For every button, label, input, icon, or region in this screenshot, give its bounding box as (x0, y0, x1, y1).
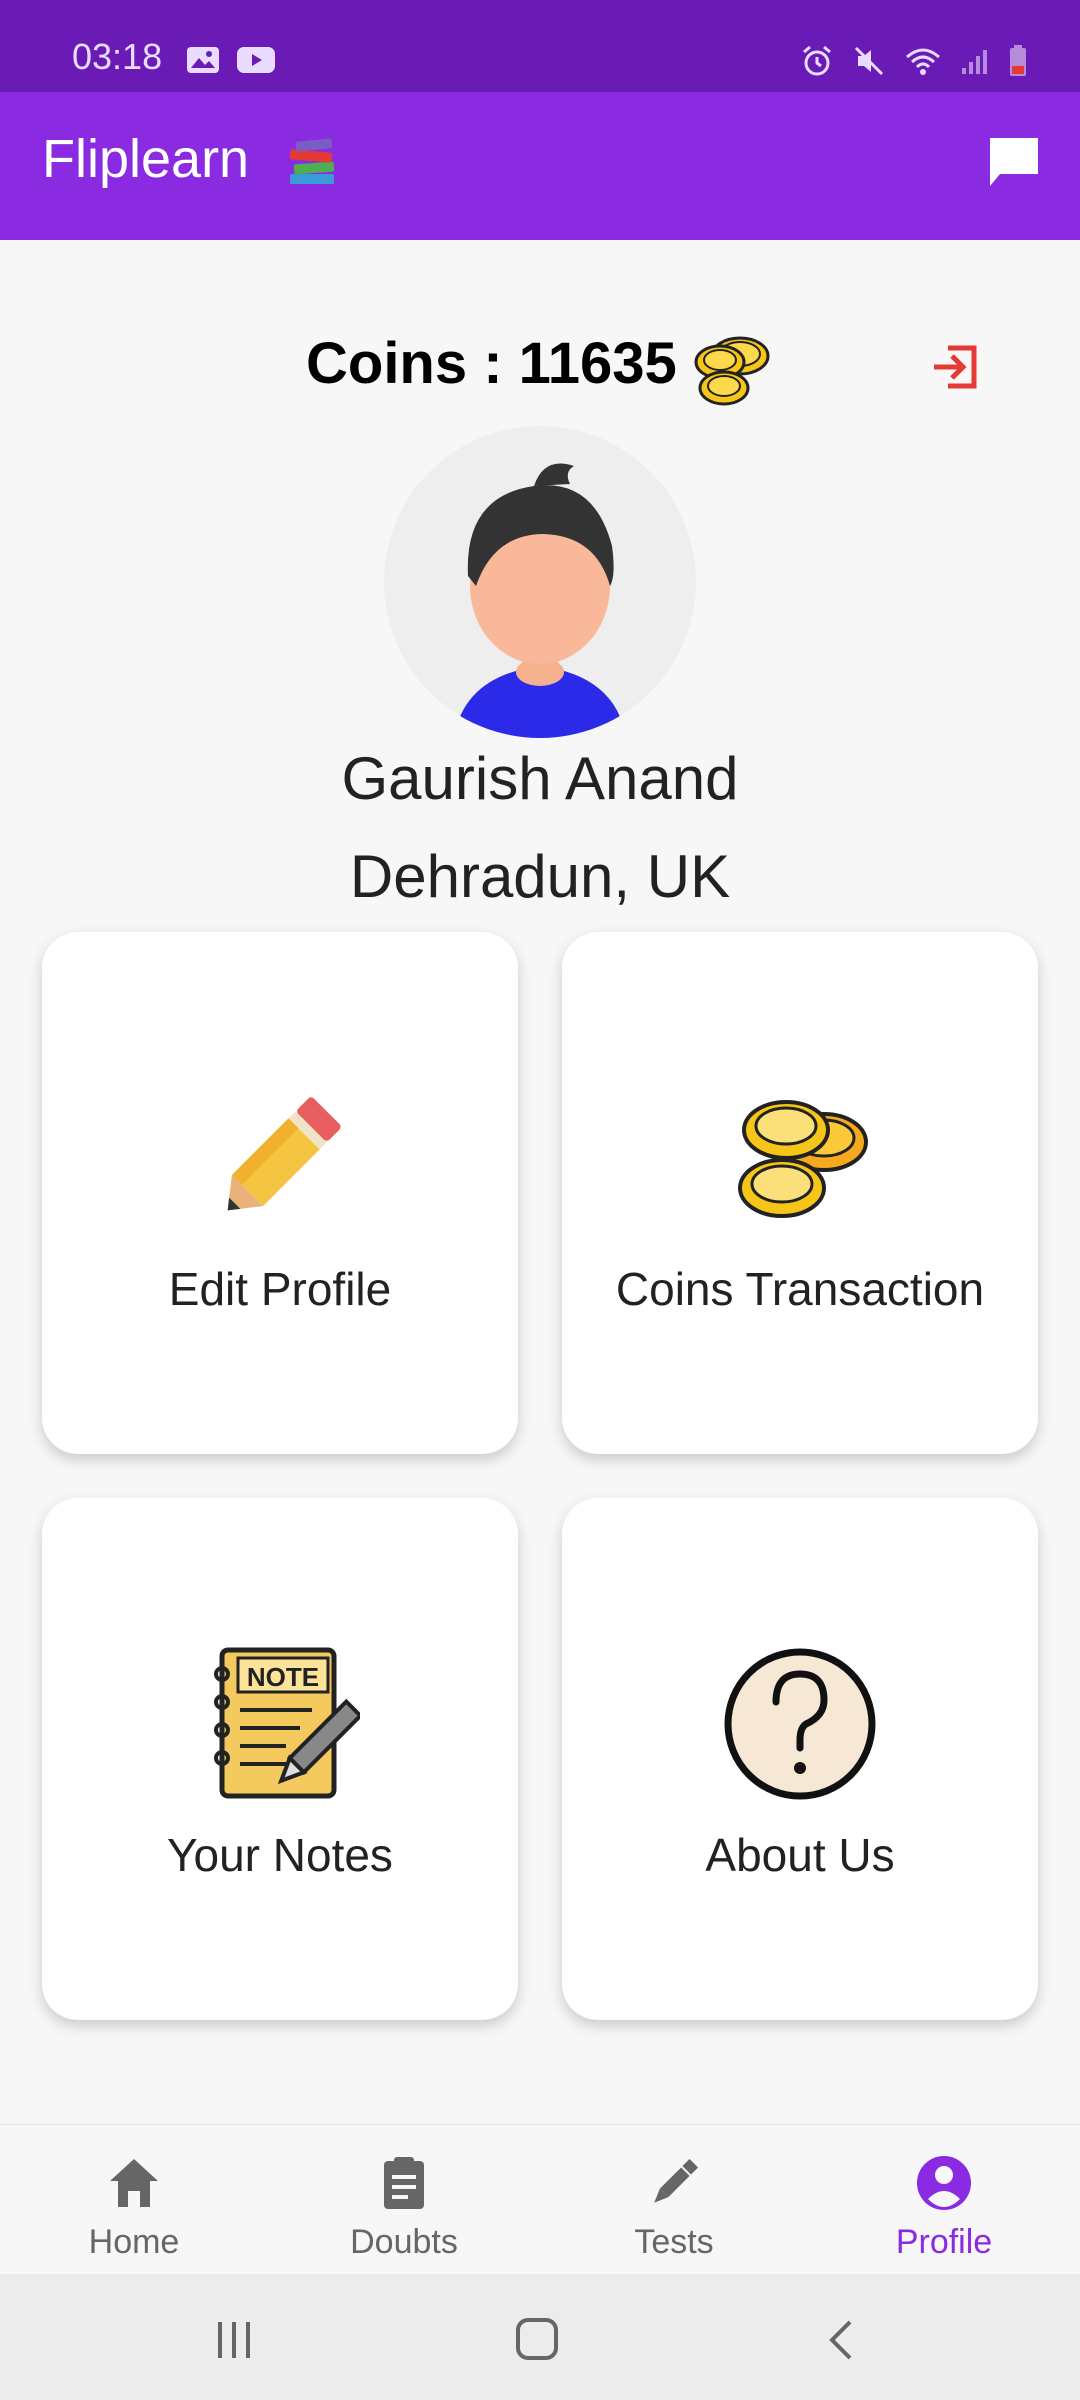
coins-transaction-label: Coins Transaction (615, 1263, 985, 1315)
mute-icon (854, 46, 884, 76)
nav-tests-label: Tests (634, 2223, 714, 2261)
nav-profile-label: Profile (895, 2223, 993, 2261)
youtube-icon (237, 47, 275, 73)
user-name: Gaurish Anand (341, 745, 739, 812)
coins-transaction-card[interactable]: Coins Transaction (562, 932, 1038, 1454)
nav-doubts-label: Doubts (350, 2223, 458, 2261)
pencil-icon (227, 1097, 341, 1211)
edit-profile-label: Edit Profile (168, 1263, 392, 1315)
status-time: 03:18 (72, 36, 163, 77)
status-system-icons (800, 44, 1028, 78)
logout-icon[interactable] (928, 342, 982, 392)
coins-row: Coins : 11635 (0, 330, 1080, 410)
question-icon (724, 1648, 876, 1800)
coins-balance: Coins : 11635 (306, 331, 677, 396)
svg-text:NOTE: NOTE (247, 1662, 319, 1692)
nav-tests[interactable]: Tests (574, 2153, 774, 2262)
nav-home[interactable]: Home (34, 2153, 234, 2262)
wifi-icon (906, 48, 940, 75)
about-us-card[interactable]: About Us (562, 1498, 1038, 2020)
signal-icon (962, 50, 987, 74)
pen-icon (654, 2158, 699, 2203)
books-icon (289, 138, 335, 184)
coins-icon (738, 1100, 868, 1218)
chat-icon[interactable] (984, 132, 1044, 192)
your-notes-label: Your Notes (167, 1829, 393, 1881)
avatar-illustration (454, 463, 626, 738)
app-title: Fliplearn (42, 129, 250, 189)
recent-apps-icon[interactable] (212, 2318, 256, 2362)
account-icon (917, 2156, 971, 2210)
notes-icon: NOTE (214, 1647, 360, 1799)
bottom-navigation: Home Doubts Tests Profile (0, 2124, 1080, 2275)
about-us-label: About Us (705, 1829, 895, 1881)
clipboard-icon (384, 2157, 424, 2209)
system-navigation-bar (0, 2274, 1080, 2400)
back-icon[interactable] (820, 2318, 864, 2362)
nav-doubts[interactable]: Doubts (304, 2153, 504, 2262)
coin-stack-icon (694, 336, 770, 406)
edit-profile-card[interactable]: Edit Profile (42, 932, 518, 1454)
nav-home-label: Home (88, 2223, 180, 2261)
status-notification-icons (186, 46, 276, 74)
alarm-icon (803, 45, 831, 76)
app-bar: Fliplearn (0, 92, 1080, 240)
user-location: Dehradun, UK (349, 843, 731, 910)
status-bar: 03:18 (0, 0, 1080, 92)
home-button-icon[interactable] (514, 2316, 560, 2362)
avatar[interactable] (384, 426, 696, 738)
gallery-icon (187, 47, 219, 73)
nav-profile[interactable]: Profile (844, 2153, 1044, 2262)
your-notes-card[interactable]: NOTE Your Notes (42, 1498, 518, 2020)
home-icon (110, 2159, 158, 2207)
battery-icon (1010, 45, 1026, 76)
